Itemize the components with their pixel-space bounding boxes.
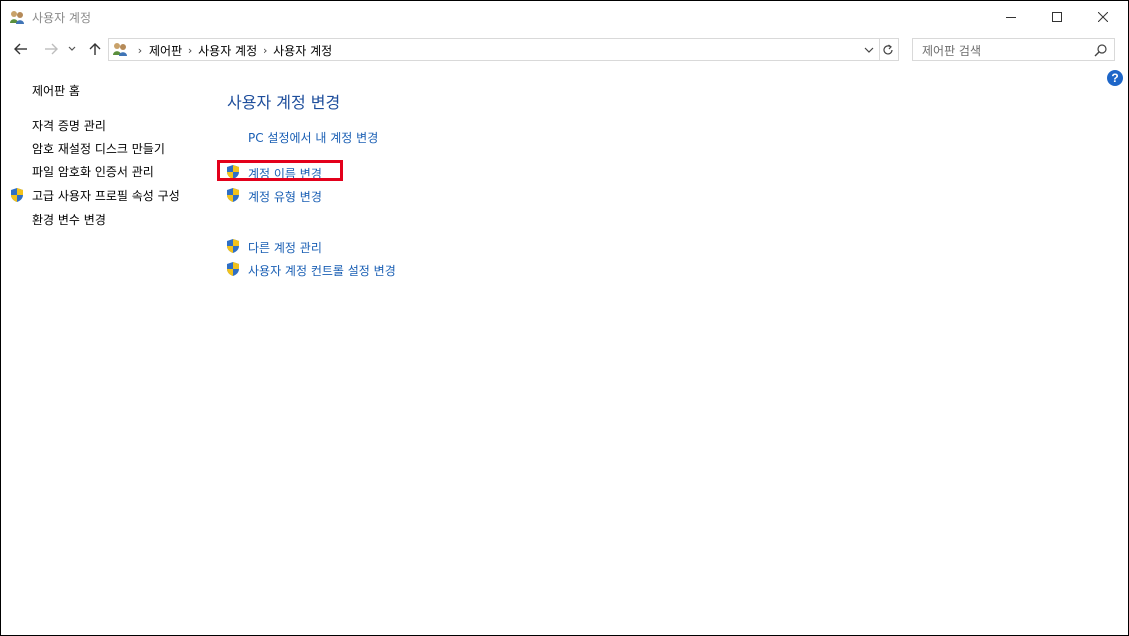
chevron-right-icon[interactable]: ›	[257, 44, 273, 57]
recent-dropdown-icon	[68, 46, 76, 51]
breadcrumb: › 제어판 › 사용자 계정 › 사용자 계정	[131, 42, 332, 59]
up-arrow-icon	[89, 43, 101, 55]
user-accounts-icon	[112, 41, 128, 57]
forward-button[interactable]	[41, 39, 61, 59]
refresh-icon	[883, 44, 893, 54]
user-accounts-icon	[9, 9, 25, 25]
forward-arrow-icon	[45, 43, 58, 55]
window-title: 사용자 계정	[32, 11, 92, 25]
control-panel-window: 사용자 계정 › 제어판 › 사용자 계정 › 사용자 계정 제어판 검색 ? …	[0, 0, 1129, 636]
highlight-box	[217, 160, 343, 181]
back-button[interactable]	[11, 39, 31, 59]
close-icon	[1098, 12, 1108, 22]
title-bar: 사용자 계정	[1, 1, 1128, 33]
chevron-right-icon[interactable]: ›	[182, 44, 198, 57]
sidebar-item-password-reset-disk[interactable]: 암호 재설정 디스크 만들기	[32, 140, 165, 157]
search-input[interactable]: 제어판 검색	[912, 38, 1115, 61]
breadcrumb-control-panel[interactable]: 제어판	[149, 42, 182, 59]
close-button[interactable]	[1080, 1, 1126, 33]
search-icon[interactable]	[1094, 43, 1108, 57]
link-change-account-in-pc-settings[interactable]: PC 설정에서 내 계정 변경	[248, 129, 378, 146]
uac-shield-icon	[9, 187, 25, 203]
uac-shield-icon	[225, 238, 241, 254]
link-change-account-type[interactable]: 계정 유형 변경	[248, 188, 322, 205]
breadcrumb-user-accounts-current[interactable]: 사용자 계정	[273, 42, 332, 59]
uac-shield-icon	[225, 187, 241, 203]
minimize-button[interactable]	[988, 1, 1034, 33]
back-arrow-icon	[14, 43, 27, 55]
page-title: 사용자 계정 변경	[227, 93, 341, 112]
maximize-icon	[1052, 12, 1062, 22]
breadcrumb-user-accounts[interactable]: 사용자 계정	[198, 42, 257, 59]
maximize-button[interactable]	[1034, 1, 1080, 33]
minimize-icon	[1006, 17, 1016, 18]
sidebar-item-file-encryption-certificates[interactable]: 파일 암호화 인증서 관리	[32, 163, 154, 180]
chevron-down-icon	[864, 47, 874, 53]
chevron-right-icon[interactable]: ›	[131, 44, 149, 57]
link-change-uac-settings[interactable]: 사용자 계정 컨트롤 설정 변경	[248, 262, 396, 279]
sidebar-item-control-panel-home[interactable]: 제어판 홈	[32, 82, 80, 99]
address-bar[interactable]: › 제어판 › 사용자 계정 › 사용자 계정	[108, 38, 880, 61]
help-icon[interactable]: ?	[1107, 70, 1123, 86]
sidebar-item-advanced-user-profile[interactable]: 고급 사용자 프로필 속성 구성	[32, 187, 180, 204]
refresh-button[interactable]	[878, 38, 899, 61]
address-dropdown-button[interactable]	[862, 43, 876, 57]
search-placeholder: 제어판 검색	[922, 44, 982, 58]
uac-shield-icon	[225, 261, 241, 277]
up-button[interactable]	[85, 39, 105, 59]
recent-locations-button[interactable]	[65, 39, 79, 59]
sidebar-item-credential-manager[interactable]: 자격 증명 관리	[32, 117, 106, 134]
sidebar-item-environment-variables[interactable]: 환경 변수 변경	[32, 211, 106, 228]
link-manage-another-account[interactable]: 다른 계정 관리	[248, 239, 322, 256]
